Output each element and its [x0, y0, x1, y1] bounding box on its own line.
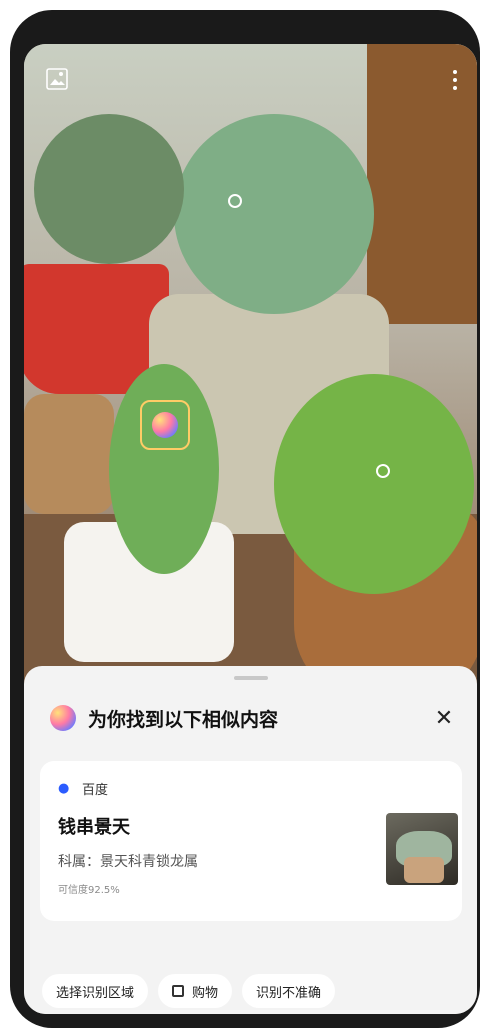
source-label: 百度 — [82, 783, 109, 798]
inaccurate-label: 识别不准确 — [256, 985, 322, 1001]
focus-point[interactable] — [228, 194, 242, 208]
close-icon[interactable]: ✕ — [431, 706, 457, 731]
inaccurate-button[interactable]: 识别不准确 — [242, 974, 336, 1008]
result-source: ● 百度 — [58, 779, 108, 798]
shop-label: 购物 — [192, 985, 219, 1001]
select-area-label: 选择识别区域 — [56, 985, 135, 1001]
selection-dot — [152, 412, 178, 438]
result-sheet: 为你找到以下相似内容 ✕ ● 百度 钱串景天 科属：景天科青锁龙属 可信度92.… — [24, 666, 477, 1014]
result-confidence: 可信度92.5% — [58, 885, 120, 896]
action-chips: 选择识别区域 购物 识别不准确 — [42, 974, 336, 1008]
succulent — [109, 364, 219, 574]
baidu-paw-icon: ● — [58, 780, 70, 796]
image-icon[interactable] — [46, 68, 68, 90]
select-area-button[interactable]: 选择识别区域 — [42, 974, 149, 1008]
drag-handle[interactable] — [234, 676, 268, 680]
result-name: 钱串景天 — [58, 817, 130, 838]
wooden-stand — [367, 44, 477, 324]
succulent — [274, 374, 474, 594]
sheet-title: 为你找到以下相似内容 — [88, 708, 279, 731]
ai-logo-icon — [50, 705, 76, 731]
small-pot — [24, 394, 114, 514]
thumb-pot — [404, 857, 444, 883]
camera-photo — [24, 44, 477, 684]
succulent — [174, 114, 374, 314]
shopping-bag-icon — [172, 985, 185, 997]
result-family: 科属：景天科青锁龙属 — [58, 854, 198, 870]
succulent — [34, 114, 184, 264]
screen: 为你找到以下相似内容 ✕ ● 百度 钱串景天 科属：景天科青锁龙属 可信度92.… — [24, 44, 477, 1014]
result-thumbnail[interactable] — [386, 813, 458, 885]
phone-frame: 为你找到以下相似内容 ✕ ● 百度 钱串景天 科属：景天科青锁龙属 可信度92.… — [10, 10, 480, 1028]
shop-button[interactable]: 购物 — [158, 974, 233, 1008]
more-icon[interactable] — [450, 66, 460, 94]
selection-marker[interactable] — [140, 400, 190, 450]
result-card[interactable]: ● 百度 钱串景天 科属：景天科青锁龙属 可信度92.5% — [40, 761, 462, 921]
sheet-header: 为你找到以下相似内容 ✕ — [50, 704, 457, 732]
focus-point[interactable] — [376, 464, 390, 478]
